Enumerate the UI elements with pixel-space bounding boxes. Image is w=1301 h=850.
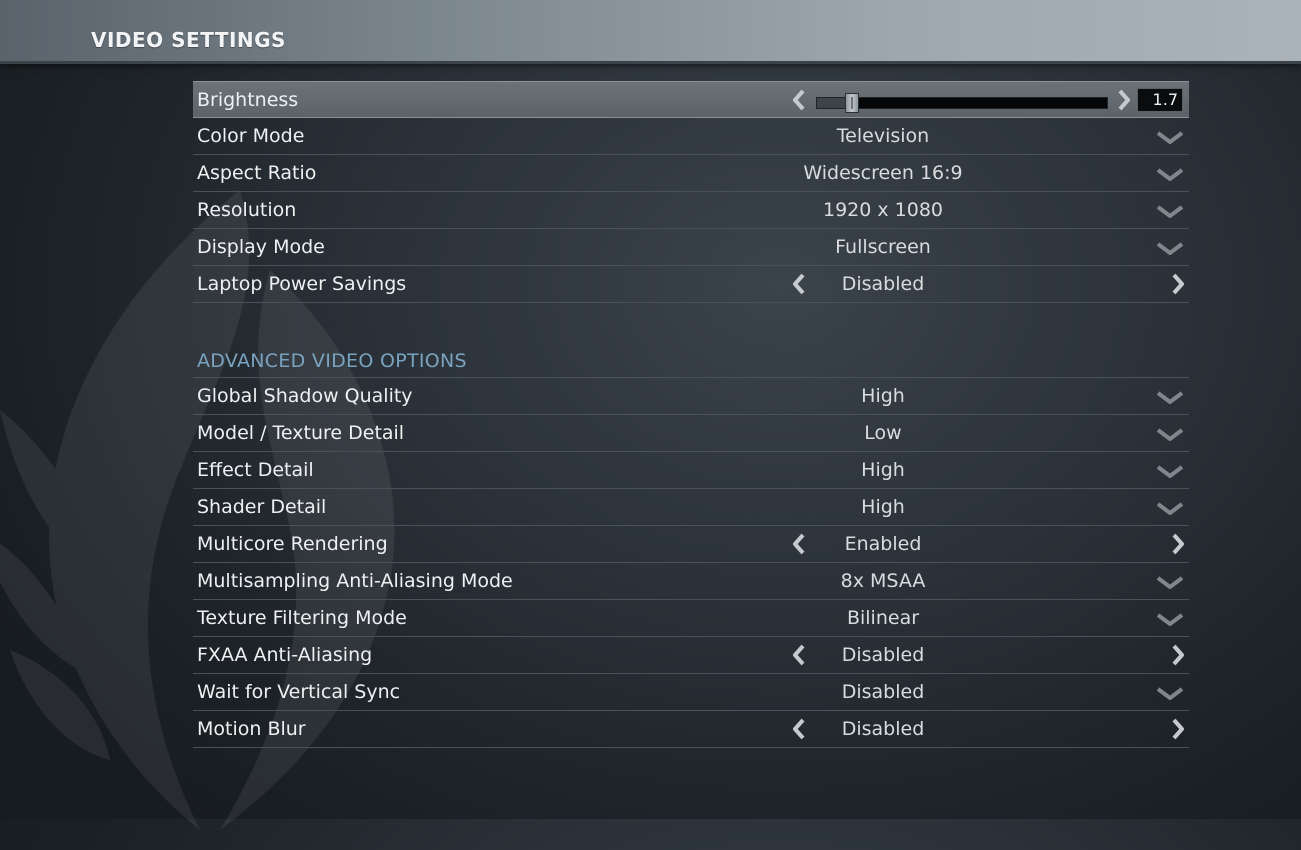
setting-value: Widescreen 16:9: [803, 162, 963, 184]
setting-value: Enabled: [844, 533, 922, 555]
setting-label: Brightness: [197, 89, 299, 111]
setting-label: Motion Blur: [197, 718, 306, 740]
chevron-down-icon[interactable]: [1156, 205, 1184, 219]
setting-value: High: [861, 459, 905, 481]
setting-value: Disabled: [841, 718, 925, 740]
setting-row-laptop-power-savings[interactable]: Laptop Power Savings Disabled: [193, 266, 1189, 303]
chevron-right-icon[interactable]: [1169, 532, 1187, 556]
setting-value: Disabled: [841, 681, 925, 703]
brightness-slider[interactable]: [816, 93, 1108, 113]
section-title: ADVANCED VIDEO OPTIONS: [197, 350, 467, 372]
chevron-down-icon[interactable]: [1156, 613, 1184, 627]
setting-row-display-mode[interactable]: Display Mode Fullscreen: [193, 229, 1189, 266]
setting-row-resolution[interactable]: Resolution 1920 x 1080: [193, 192, 1189, 229]
setting-row-global-shadow-quality[interactable]: Global Shadow Quality High: [193, 378, 1189, 415]
setting-row-shader-detail[interactable]: Shader Detail High: [193, 489, 1189, 526]
brightness-value[interactable]: 1.7: [1137, 88, 1183, 112]
setting-label: FXAA Anti-Aliasing: [197, 644, 373, 666]
setting-row-motion-blur[interactable]: Motion Blur Disabled: [193, 711, 1189, 748]
setting-label: Effect Detail: [197, 459, 314, 481]
page-title: VIDEO SETTINGS: [91, 28, 286, 52]
chevron-down-icon[interactable]: [1156, 242, 1184, 256]
setting-label: Aspect Ratio: [197, 162, 317, 184]
setting-label: Display Mode: [197, 236, 325, 258]
chevron-down-icon[interactable]: [1156, 687, 1184, 701]
setting-value: Television: [836, 125, 930, 147]
chevron-right-icon[interactable]: [1169, 272, 1187, 296]
setting-row-wait-for-vertical-sync[interactable]: Wait for Vertical Sync Disabled: [193, 674, 1189, 711]
setting-row-color-mode[interactable]: Color Mode Television: [193, 118, 1189, 155]
setting-label: Laptop Power Savings: [197, 273, 407, 295]
setting-value: Disabled: [841, 273, 925, 295]
setting-label: Shader Detail: [197, 496, 327, 518]
setting-row-multicore-rendering[interactable]: Multicore Rendering Enabled: [193, 526, 1189, 563]
setting-label: Multicore Rendering: [197, 533, 388, 555]
chevron-down-icon[interactable]: [1156, 502, 1184, 516]
slider-thumb[interactable]: [844, 93, 859, 113]
setting-value: 1920 x 1080: [822, 199, 944, 221]
chevron-left-icon[interactable]: [790, 88, 808, 112]
settings-panel: Brightness 1.7 Color Mode Television Aspec…: [193, 81, 1189, 748]
chevron-right-icon[interactable]: [1169, 643, 1187, 667]
setting-value: Low: [864, 422, 902, 444]
setting-row-model-texture-detail[interactable]: Model / Texture Detail Low: [193, 415, 1189, 452]
setting-row-brightness[interactable]: Brightness 1.7: [193, 81, 1189, 118]
setting-label: Wait for Vertical Sync: [197, 681, 401, 703]
chevron-down-icon[interactable]: [1156, 131, 1184, 145]
setting-label: Resolution: [197, 199, 297, 221]
setting-label: Color Mode: [197, 125, 305, 147]
setting-value: 8x MSAA: [840, 570, 926, 592]
chevron-down-icon[interactable]: [1156, 168, 1184, 182]
setting-label: Model / Texture Detail: [197, 422, 405, 444]
setting-value: Disabled: [841, 644, 925, 666]
setting-row-fxaa-anti-aliasing[interactable]: FXAA Anti-Aliasing Disabled: [193, 637, 1189, 674]
setting-label: Global Shadow Quality: [197, 385, 413, 407]
chevron-down-icon[interactable]: [1156, 465, 1184, 479]
chevron-down-icon[interactable]: [1156, 428, 1184, 442]
setting-value: Bilinear: [846, 607, 920, 629]
title-bar: VIDEO SETTINGS: [0, 0, 1301, 64]
setting-label: Texture Filtering Mode: [197, 607, 407, 629]
setting-row-texture-filtering-mode[interactable]: Texture Filtering Mode Bilinear: [193, 600, 1189, 637]
setting-row-multisampling-anti-aliasing-mode[interactable]: Multisampling Anti-Aliasing Mode 8x MSAA: [193, 563, 1189, 600]
setting-row-aspect-ratio[interactable]: Aspect Ratio Widescreen 16:9: [193, 155, 1189, 192]
chevron-down-icon[interactable]: [1156, 576, 1184, 590]
chevron-right-icon[interactable]: [1169, 717, 1187, 741]
section-header-advanced: ADVANCED VIDEO OPTIONS: [193, 303, 1189, 378]
setting-row-effect-detail[interactable]: Effect Detail High: [193, 452, 1189, 489]
chevron-right-icon[interactable]: [1115, 88, 1133, 112]
chevron-down-icon[interactable]: [1156, 391, 1184, 405]
setting-value: High: [861, 496, 905, 518]
setting-value: Fullscreen: [835, 236, 931, 258]
setting-value: High: [861, 385, 905, 407]
setting-label: Multisampling Anti-Aliasing Mode: [197, 570, 513, 592]
